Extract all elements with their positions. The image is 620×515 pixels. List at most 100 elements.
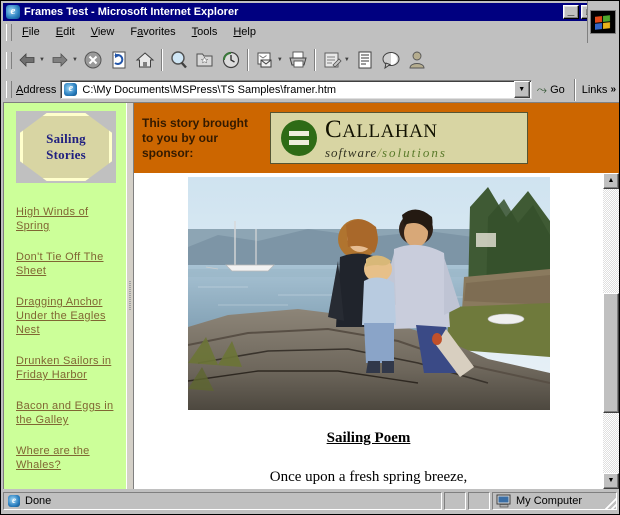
scrollbar-track[interactable] — [603, 189, 619, 473]
security-zone-text: My Computer — [516, 495, 583, 507]
menu-item-tools[interactable]: Tools — [184, 24, 226, 40]
content-frame: This story brought to you by our sponsor… — [134, 103, 619, 489]
sponsor-tagline-software: software — [325, 144, 378, 160]
menu-item-view[interactable]: View — [83, 24, 123, 40]
messenger-button[interactable] — [378, 45, 404, 75]
home-icon — [134, 49, 156, 71]
edit-button[interactable]: ▼ — [319, 45, 352, 75]
site-logo-line1: Sailing — [46, 131, 86, 146]
status-bar: e Done My Computer — [3, 490, 619, 512]
menu-item-favorites[interactable]: Favorites — [122, 24, 183, 40]
mail-icon — [254, 49, 276, 71]
refresh-button[interactable] — [106, 45, 132, 75]
nav-link-bacon-and-eggs[interactable]: Bacon and Eggs in the Galley — [16, 399, 118, 427]
minimize-icon: _ — [567, 3, 575, 17]
favorites-button[interactable] — [192, 45, 218, 75]
forward-arrow-icon — [49, 49, 71, 71]
home-button[interactable] — [132, 45, 158, 75]
go-button[interactable]: ⤳ Go — [532, 82, 571, 97]
address-input[interactable]: e C:\My Documents\MSPress\TS Samples\fra… — [60, 80, 532, 99]
status-extra-panel-1 — [444, 492, 466, 510]
sponsor-banner: This story brought to you by our sponsor… — [134, 103, 619, 173]
menu-rest-edit: dit — [63, 26, 75, 38]
title-bar: e Frames Test - Microsoft Internet Explo… — [3, 3, 617, 21]
search-button[interactable] — [166, 45, 192, 75]
history-button[interactable] — [218, 45, 244, 75]
sponsor-logo-words: CALLAHAN software/solutions — [325, 117, 447, 160]
chevron-down-icon[interactable]: ▼ — [39, 49, 45, 71]
edit-page-icon — [321, 49, 343, 71]
address-separator — [573, 78, 576, 101]
sponsor-logo[interactable]: CALLAHAN software/solutions — [270, 112, 528, 164]
content-scrollbar[interactable]: ▲ ▼ — [603, 173, 619, 489]
ie-page-icon: e — [63, 82, 79, 97]
back-button[interactable]: ▼ — [14, 45, 47, 75]
sponsor-banner-text: This story brought to you by our sponsor… — [142, 115, 248, 160]
refresh-icon — [108, 49, 130, 71]
nav-link-dragging-anchor[interactable]: Dragging Anchor Under the Eagles Nest — [16, 295, 118, 337]
menu-item-file[interactable]: File — [14, 24, 48, 40]
menu-rest-view: iew — [97, 26, 115, 38]
poem-line-1: Once upon a fresh spring breeze, — [269, 469, 468, 485]
go-label: Go — [550, 83, 565, 96]
address-label-rest: ddress — [23, 83, 57, 96]
address-value: C:\My Documents\MSPress\TS Samples\frame… — [82, 83, 337, 96]
stop-icon — [82, 49, 104, 71]
address-grip-handle[interactable] — [6, 81, 12, 98]
menu-accel-file: F — [22, 26, 29, 38]
address-bar: Address e C:\My Documents\MSPress\TS Sam… — [3, 77, 619, 102]
menu-item-edit[interactable]: Edit — [48, 24, 83, 40]
menu-item-help[interactable]: Help — [225, 24, 264, 40]
toolbar-grip-handle[interactable] — [6, 51, 12, 69]
forward-button[interactable]: ▼ — [47, 45, 80, 75]
nav-link-high-winds[interactable]: High Winds of Spring — [16, 205, 118, 233]
links-button[interactable]: Links » — [579, 84, 619, 96]
toolbar: ▼ ▼ ▼ ▼ — [3, 43, 619, 77]
back-arrow-icon — [16, 49, 38, 71]
menu-rest-favorites: vorites — [143, 26, 176, 38]
poem-title: Sailing Poem — [326, 430, 411, 446]
links-label: Links — [581, 83, 608, 96]
menu-accel-view: V — [90, 26, 98, 38]
site-logo-line2: Stories — [46, 147, 86, 162]
my-computer-icon — [496, 494, 512, 508]
scroll-up-button[interactable]: ▲ — [603, 173, 619, 189]
page-content-area: Sailing Stories High Winds of Spring Don… — [3, 102, 619, 489]
address-dropdown-button[interactable]: ▼ — [513, 81, 530, 98]
toolbar-separator — [313, 49, 316, 71]
chevron-down-icon[interactable]: ▼ — [344, 49, 350, 71]
sponsor-tagline: software/solutions — [325, 145, 447, 160]
minimize-button[interactable]: _ — [563, 3, 579, 19]
frame-splitter[interactable] — [126, 103, 134, 489]
security-zone-panel[interactable]: My Computer — [492, 492, 617, 510]
discuss-button[interactable] — [352, 45, 378, 75]
chevron-down-icon[interactable]: ▼ — [277, 49, 283, 71]
scrollbar-thumb[interactable] — [603, 293, 619, 413]
window-title: Frames Test - Microsoft Internet Explore… — [24, 6, 239, 18]
windows-flag-logo-icon — [589, 10, 616, 34]
chevron-down-icon[interactable]: ▼ — [72, 49, 78, 71]
ie-page-icon: e — [7, 494, 22, 508]
toolbar-separator — [160, 49, 163, 71]
person-icon — [406, 49, 428, 71]
menu-grip-handle[interactable] — [6, 23, 12, 41]
person-button[interactable] — [404, 45, 430, 75]
address-label: Address — [14, 84, 60, 96]
mail-button[interactable]: ▼ — [252, 45, 285, 75]
nav-link-where-are-whales[interactable]: Where are the Whales? — [16, 444, 118, 472]
resize-grip[interactable] — [605, 498, 617, 510]
go-arrow-icon: ⤳ — [536, 82, 548, 97]
printer-icon — [287, 49, 309, 71]
status-text: Done — [25, 495, 52, 507]
stop-button[interactable] — [80, 45, 106, 75]
history-clock-icon — [220, 49, 242, 71]
print-button[interactable] — [285, 45, 311, 75]
scroll-down-button[interactable]: ▼ — [603, 473, 619, 489]
sponsor-name: CALLAHAN — [325, 117, 447, 144]
nav-link-drunken-sailors[interactable]: Drunken Sailors in Friday Harbor — [16, 354, 118, 382]
sponsor-name-rest: ALLAHAN — [342, 120, 438, 142]
nav-link-dont-tie-off[interactable]: Don't Tie Off The Sheet — [16, 250, 118, 278]
brand-logo-animation — [587, 1, 617, 43]
menu-rest-tools: ools — [197, 26, 218, 38]
chevron-right-icon[interactable]: » — [610, 84, 616, 95]
